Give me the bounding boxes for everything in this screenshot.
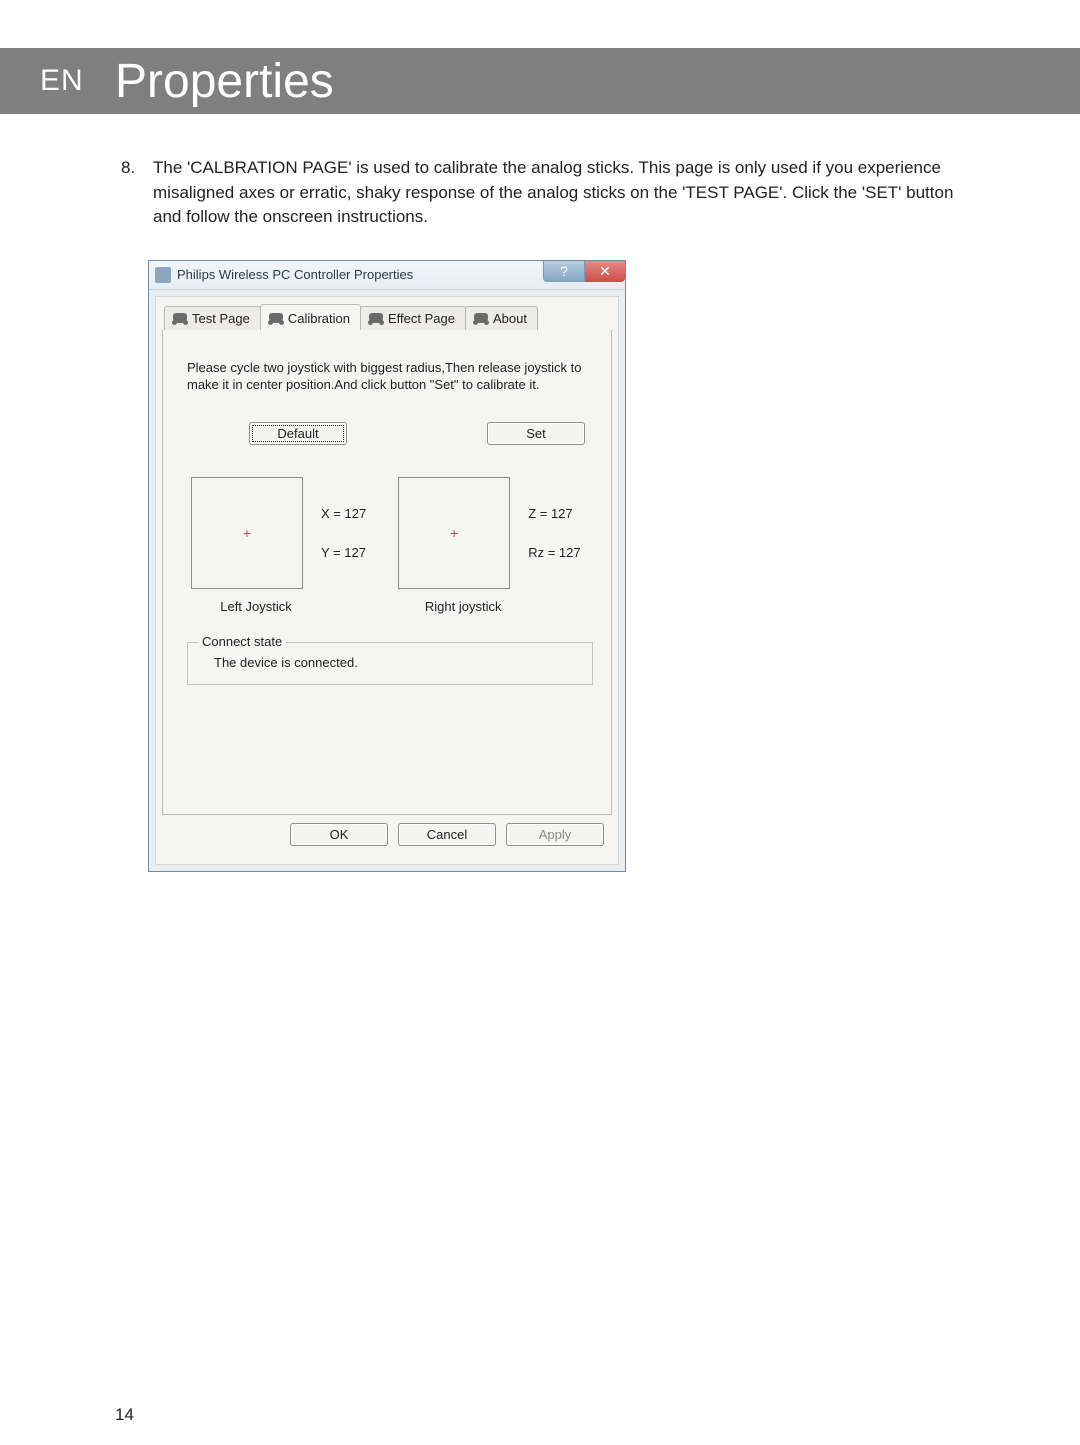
page-header: EN Properties (0, 48, 1080, 114)
ok-button[interactable]: OK (290, 823, 388, 846)
close-button[interactable]: ✕ (584, 261, 625, 282)
tab-label: Test Page (192, 311, 250, 326)
controller-icon (173, 313, 187, 323)
dialog-footer-buttons: OK Cancel Apply (162, 815, 612, 854)
language-badge: EN (40, 64, 84, 98)
dialog-body: Test Page Calibration Effect Page About … (155, 296, 619, 865)
titlebar-buttons: ? ✕ (543, 261, 625, 282)
right-joystick-label: Right joystick (398, 599, 528, 614)
calibration-instructions: Please cycle two joystick with biggest r… (187, 360, 593, 394)
tab-test-page[interactable]: Test Page (164, 306, 261, 330)
tab-label: Effect Page (388, 311, 455, 326)
default-button[interactable]: Default (249, 422, 347, 445)
properties-dialog: Philips Wireless PC Controller Propertie… (148, 260, 626, 872)
titlebar: Philips Wireless PC Controller Propertie… (149, 261, 625, 290)
left-x-value: X = 127 (321, 506, 366, 521)
crosshair-icon: + (448, 527, 460, 539)
tabstrip: Test Page Calibration Effect Page About (162, 304, 612, 331)
tab-effect-page[interactable]: Effect Page (360, 306, 466, 330)
app-icon (155, 267, 171, 283)
left-y-value: Y = 127 (321, 545, 366, 560)
instruction-text: The 'CALBRATION PAGE' is used to calibra… (153, 158, 953, 226)
left-joystick-label: Left Joystick (191, 599, 321, 614)
right-joystick-area: + (398, 477, 510, 589)
calibration-panel: Please cycle two joystick with biggest r… (162, 330, 612, 815)
page-number: 14 (115, 1405, 134, 1425)
connect-state-legend: Connect state (198, 634, 286, 649)
list-number: 8. (121, 156, 135, 181)
right-rz-value: Rz = 127 (528, 545, 580, 560)
connect-state-fieldset: Connect state The device is connected. (187, 642, 593, 685)
left-joystick-area: + (191, 477, 303, 589)
cancel-button[interactable]: Cancel (398, 823, 496, 846)
controller-icon (474, 313, 488, 323)
controller-icon (369, 313, 383, 323)
set-button[interactable]: Set (487, 422, 585, 445)
crosshair-icon: + (241, 527, 253, 539)
tab-label: About (493, 311, 527, 326)
right-z-value: Z = 127 (528, 506, 580, 521)
tab-label: Calibration (288, 311, 350, 326)
apply-button[interactable]: Apply (506, 823, 604, 846)
tab-about[interactable]: About (465, 306, 538, 330)
tab-calibration[interactable]: Calibration (260, 304, 361, 330)
titlebar-title: Philips Wireless PC Controller Propertie… (177, 267, 413, 282)
page-title: Properties (115, 54, 334, 109)
controller-icon (269, 313, 283, 323)
body-text: 8. The 'CALBRATION PAGE' is used to cali… (115, 156, 985, 230)
instruction-list-item: 8. The 'CALBRATION PAGE' is used to cali… (115, 156, 985, 230)
connect-state-text: The device is connected. (202, 655, 578, 670)
help-button[interactable]: ? (543, 261, 584, 282)
